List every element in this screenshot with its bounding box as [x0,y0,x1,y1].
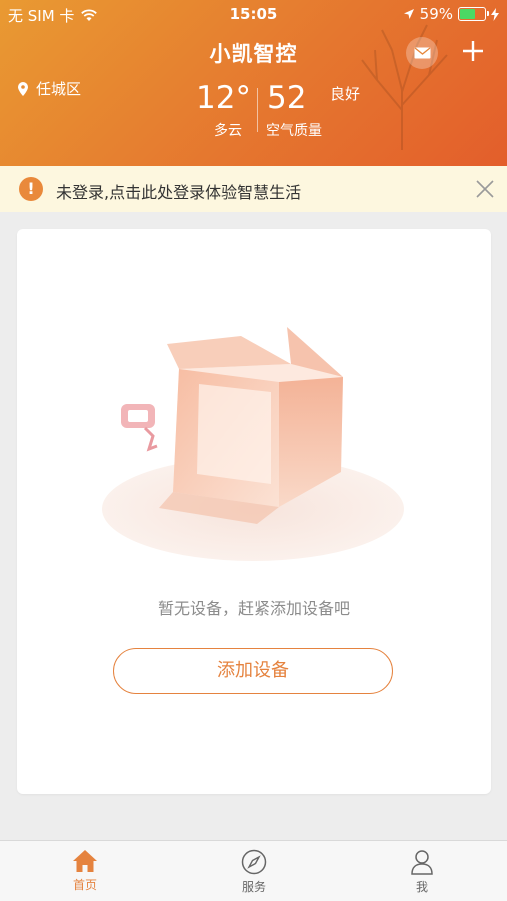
battery-percent: 59% [419,5,453,23]
tab-me[interactable]: 我 [372,849,472,895]
empty-box-illustration [102,327,404,561]
add-device-button[interactable]: 添加设备 [113,648,393,694]
add-button[interactable] [458,36,488,68]
mail-button[interactable] [406,37,438,69]
tab-home[interactable]: 首页 [35,849,135,893]
compass-icon [241,849,267,875]
battery-icon [458,7,489,21]
aqi-level: 良好 [330,85,361,103]
header: 无 SIM 卡 15:05 59% 小凯智控 任城区 12° 多云 52 空气质… [0,0,507,166]
close-icon[interactable] [474,178,496,200]
charging-icon [491,7,499,21]
aqi-label: 空气质量 [266,123,322,139]
location-arrow-icon [403,9,414,19]
status-bar: 无 SIM 卡 15:05 59% [0,0,507,28]
tab-service[interactable]: 服务 [204,849,304,895]
tab-service-label: 服务 [241,880,266,894]
mail-icon [414,47,430,59]
empty-state-text: 暂无设备，赶紧添加设备吧 [157,599,350,618]
aqi-value: 52 [267,80,307,116]
user-icon [411,850,433,875]
warning-icon: ! [19,177,43,201]
login-banner-text[interactable]: 未登录,点击此处登录体验智慧生活 [56,179,301,203]
tab-me-label: 我 [415,880,428,894]
login-banner[interactable]: ! 未登录,点击此处登录体验智慧生活 [0,166,507,212]
map-pin-icon [18,81,28,96]
plus-icon [463,41,483,61]
device-card: 暂无设备，赶紧添加设备吧 添加设备 [17,229,491,794]
temperature: 12° [196,80,251,116]
tab-bar: 首页 服务 我 [0,840,507,901]
weather-condition: 多云 [214,123,242,139]
location-label: 任城区 [36,80,82,98]
weather-divider [257,88,258,132]
home-icon [73,850,97,872]
tab-home-label: 首页 [72,878,97,892]
location[interactable]: 任城区 [18,78,81,99]
